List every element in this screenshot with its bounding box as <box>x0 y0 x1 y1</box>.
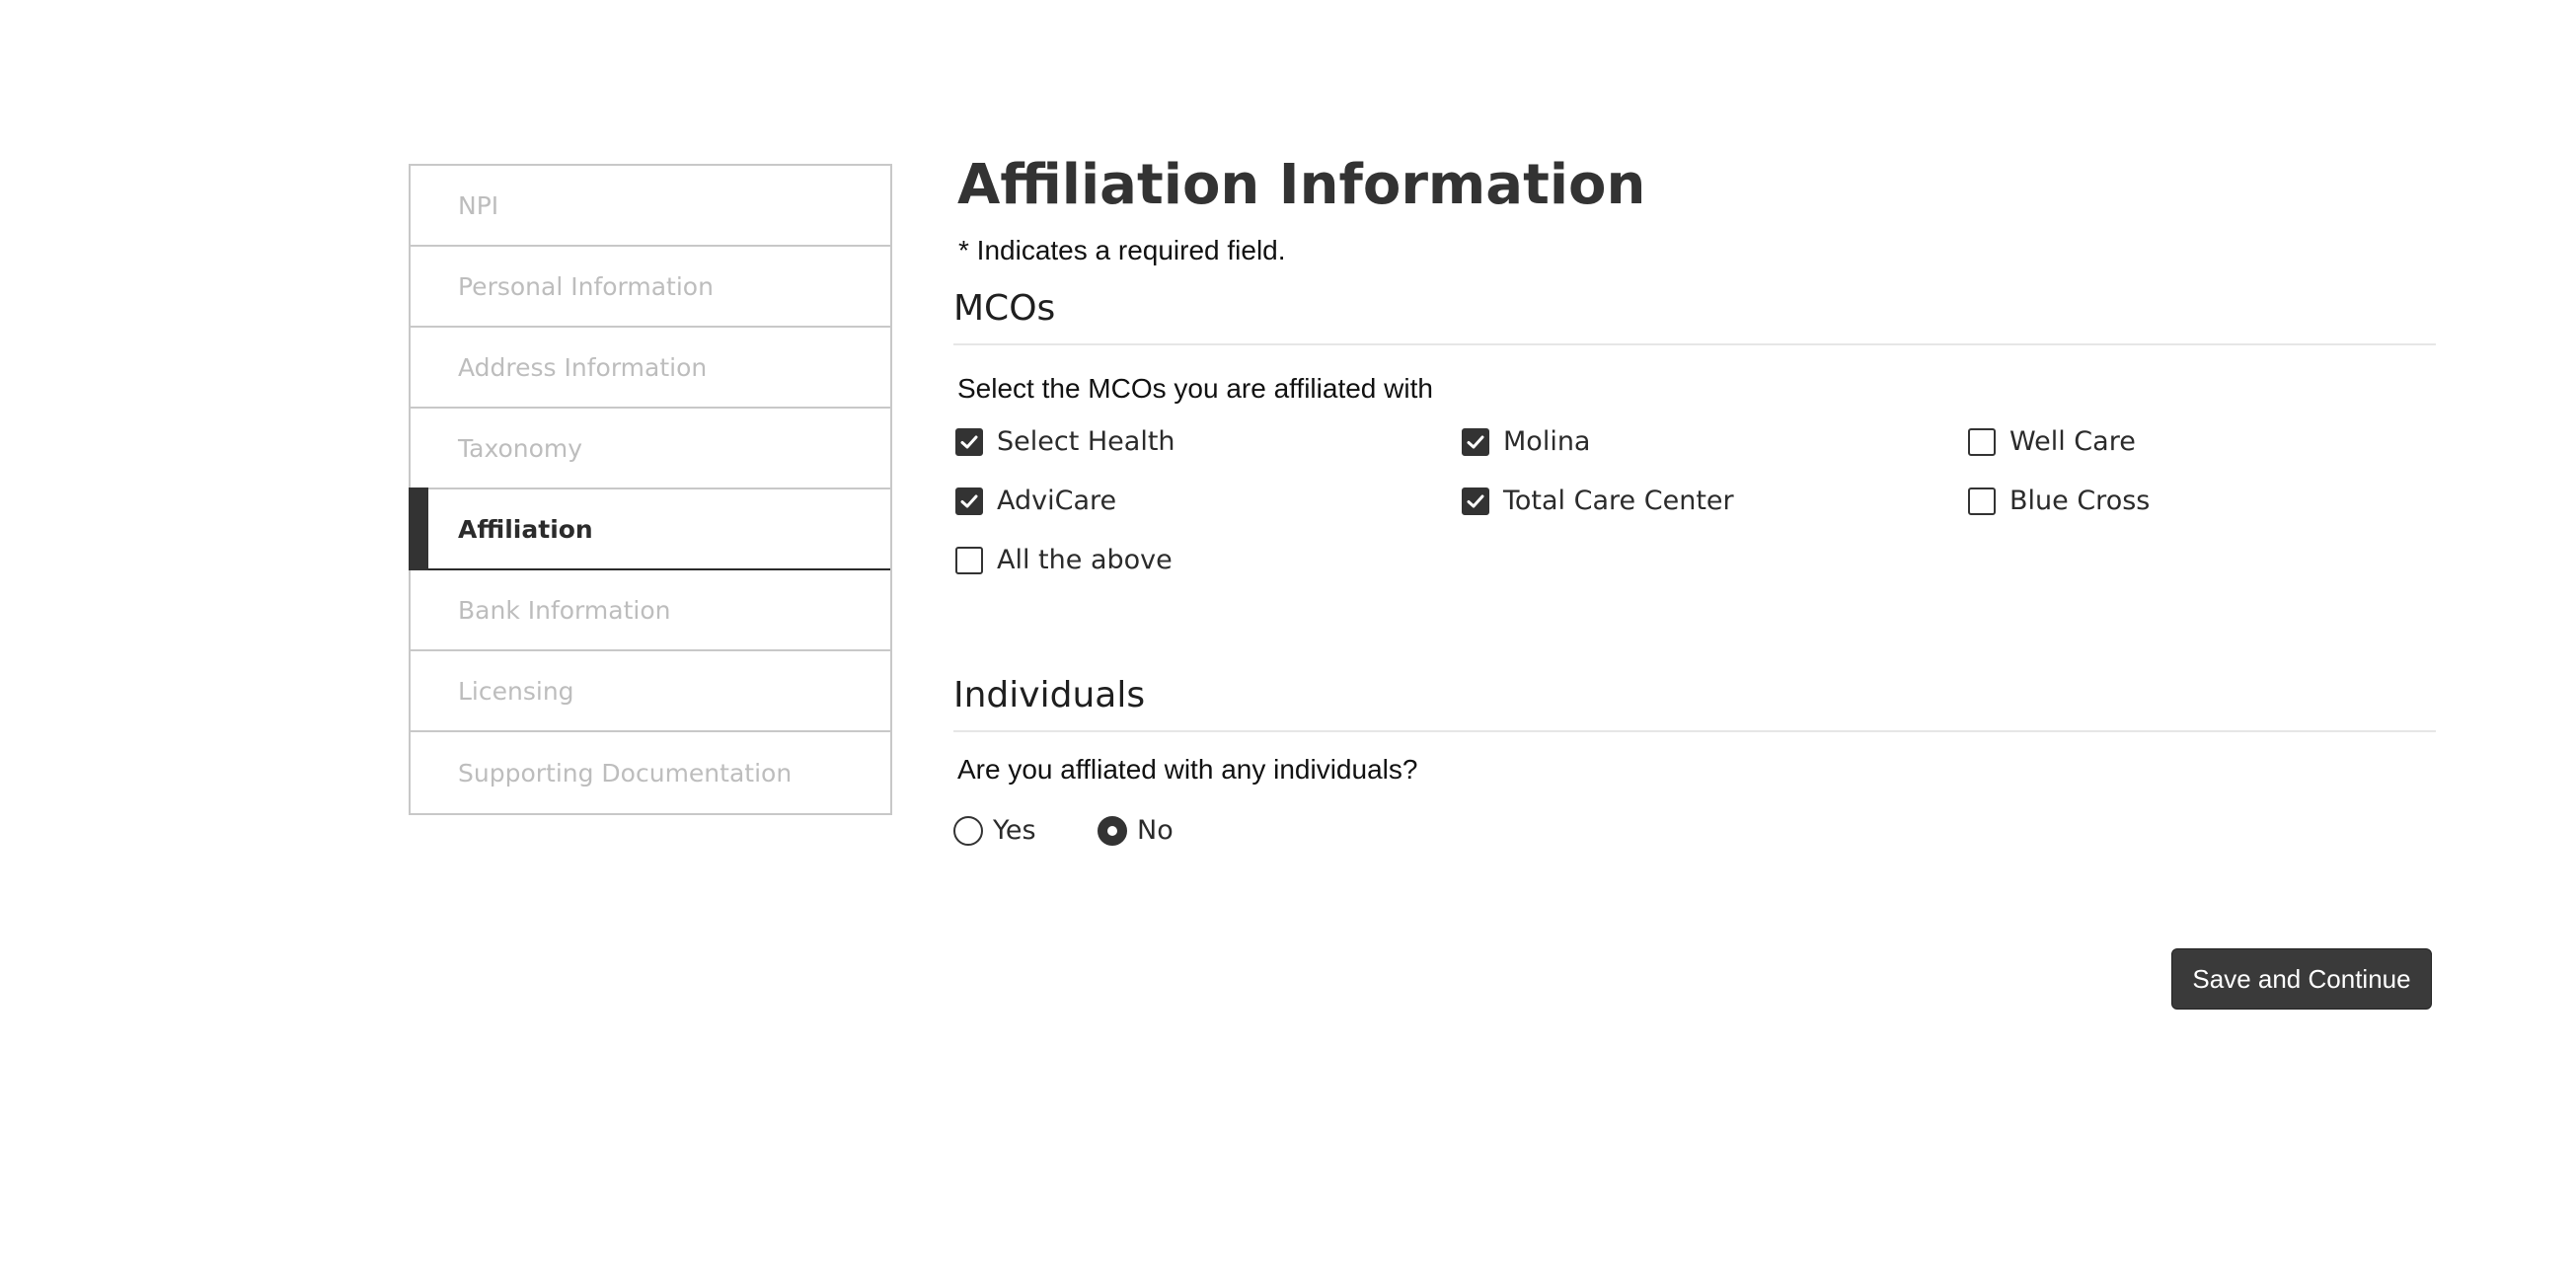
sidebar-item-taxonomy[interactable]: Taxonomy <box>411 409 890 489</box>
individuals-option-yes[interactable]: Yes <box>953 815 1036 846</box>
individuals-prompt: Are you affliated with any individuals? <box>957 754 1418 785</box>
sidebar-item-label: Licensing <box>458 676 574 706</box>
sidebar-item-label: Affiliation <box>458 514 593 544</box>
radio-option-label: No <box>1137 815 1174 846</box>
checkbox-checked-icon[interactable] <box>1462 487 1489 515</box>
mcos-section: MCOs Select the MCOs you are affiliated … <box>953 284 2436 604</box>
sidebar-item-label: Taxonomy <box>458 433 583 463</box>
step-sidebar: NPI Personal Information Address Informa… <box>409 164 892 815</box>
save-and-continue-button[interactable]: Save and Continue <box>2171 948 2432 1010</box>
mco-option-label: AdviCare <box>997 486 1117 516</box>
individuals-section: Individuals Are you affliated with any i… <box>953 671 2436 855</box>
mco-option-label: Molina <box>1503 426 1591 457</box>
sidebar-item-supporting-documentation[interactable]: Supporting Documentation <box>411 732 890 813</box>
mco-option-label: All the above <box>997 545 1173 575</box>
mcos-checkbox-group: Select Health Molina Well Care AdviCare … <box>953 426 2436 604</box>
mcos-heading: MCOs <box>953 284 2436 345</box>
sidebar-item-affiliation[interactable]: Affiliation <box>409 488 890 570</box>
page-title: Affiliation Information <box>957 153 1646 217</box>
mco-option-total-care-center[interactable]: Total Care Center <box>1462 486 1734 516</box>
radio-unselected-icon[interactable] <box>953 815 983 846</box>
mcos-prompt: Select the MCOs you are affiliated with <box>957 373 1433 404</box>
sidebar-item-label: Personal Information <box>458 271 714 301</box>
sidebar-item-npi[interactable]: NPI <box>411 166 890 247</box>
radio-option-label: Yes <box>993 815 1036 846</box>
sidebar-item-label: NPI <box>458 190 499 220</box>
individuals-option-no[interactable]: No <box>1098 815 1174 846</box>
sidebar-item-licensing[interactable]: Licensing <box>411 651 890 732</box>
mco-option-select-health[interactable]: Select Health <box>955 426 1175 457</box>
checkbox-checked-icon[interactable] <box>955 427 983 456</box>
mco-option-advicare[interactable]: AdviCare <box>955 486 1116 516</box>
mco-option-molina[interactable]: Molina <box>1462 426 1590 457</box>
sidebar-item-label: Supporting Documentation <box>458 758 793 788</box>
mco-option-blue-cross[interactable]: Blue Cross <box>1968 486 2150 516</box>
required-field-note: * Indicates a required field. <box>958 235 1286 265</box>
checkbox-unchecked-icon[interactable] <box>1968 427 1996 456</box>
mco-option-label: Select Health <box>997 426 1175 457</box>
checkbox-checked-icon[interactable] <box>1462 427 1489 456</box>
radio-selected-icon[interactable] <box>1098 815 1127 846</box>
mco-option-label: Total Care Center <box>1503 486 1734 516</box>
sidebar-item-label: Address Information <box>458 352 708 382</box>
individuals-radio-group: Yes No <box>953 815 2436 855</box>
checkbox-unchecked-icon[interactable] <box>955 546 983 574</box>
mco-option-label: Well Care <box>2009 426 2136 457</box>
sidebar-item-label: Bank Information <box>458 595 671 625</box>
mco-option-well-care[interactable]: Well Care <box>1968 426 2136 457</box>
sidebar-item-bank-information[interactable]: Bank Information <box>411 570 890 651</box>
affiliation-form: Affiliation Information * Indicates a re… <box>953 138 2436 846</box>
sidebar-item-personal-information[interactable]: Personal Information <box>411 247 890 328</box>
individuals-heading: Individuals <box>953 671 2436 732</box>
mco-option-label: Blue Cross <box>2009 486 2151 516</box>
sidebar-item-address-information[interactable]: Address Information <box>411 328 890 409</box>
checkbox-checked-icon[interactable] <box>955 487 983 515</box>
mco-option-all-the-above[interactable]: All the above <box>955 545 1173 575</box>
checkbox-unchecked-icon[interactable] <box>1968 487 1996 515</box>
